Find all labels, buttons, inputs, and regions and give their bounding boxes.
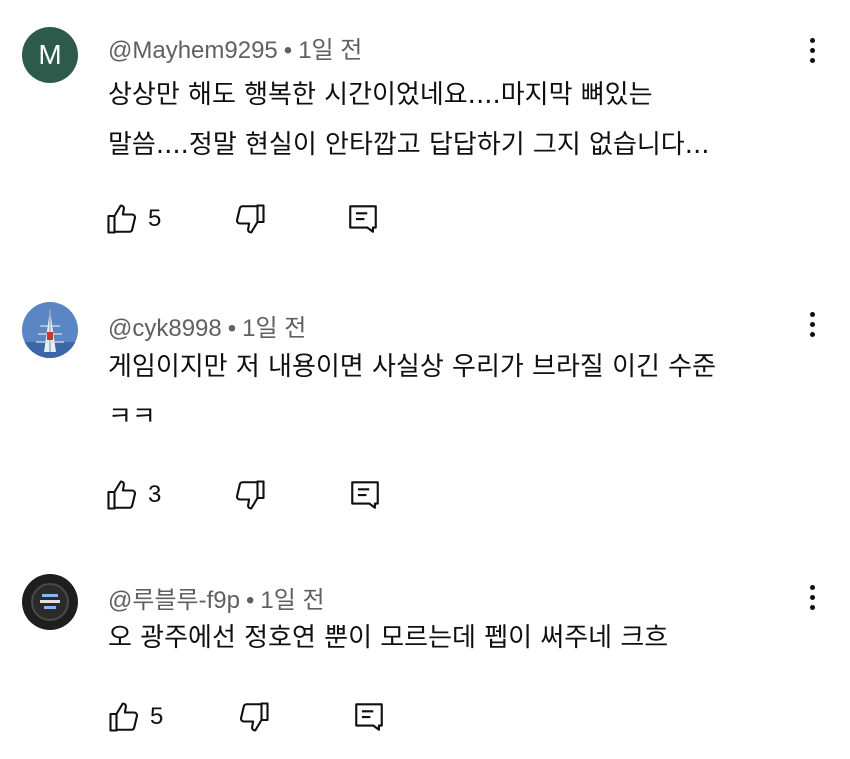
more-vertical-icon-dot [809, 604, 815, 610]
thumb-up-icon [109, 702, 139, 732]
dislike-button[interactable] [236, 697, 272, 737]
more-vertical-icon-dot [809, 331, 815, 337]
separator-dot: • [227, 315, 237, 342]
comment-line: 상상만 해도 행복한 시간이었네요....마지막 뼈있는 [108, 80, 653, 110]
like-button[interactable]: 5 [106, 697, 163, 737]
like-count: 5 [150, 703, 164, 730]
dislike-button[interactable] [232, 199, 268, 239]
comment-text: 게임이지만 저 내용이면 사실상 우리가 브라질 이긴 수준 ㅋㅋ [108, 342, 808, 442]
like-count: 5 [148, 205, 162, 232]
reply-button[interactable] [352, 697, 386, 737]
comment-meta: @루블루-f9p • 1일 전 [108, 580, 325, 615]
more-vertical-icon-dot [809, 47, 815, 53]
reply-comment-icon [355, 703, 383, 731]
separator-dot: • [245, 587, 255, 614]
reply-button[interactable] [348, 475, 382, 515]
reply-comment-icon [349, 205, 377, 233]
more-vertical-icon [809, 311, 815, 317]
like-count: 3 [148, 481, 162, 508]
avatar[interactable] [22, 302, 78, 358]
thumb-down-icon [239, 702, 269, 732]
comment-actions: 3 [104, 475, 404, 515]
comment-actions: 5 [104, 697, 404, 737]
comment-text: 오 광주에선 정호연 뿐이 모르는데 펩이 써주네 크흐 [108, 613, 808, 663]
avatar[interactable]: M [22, 27, 78, 83]
comment-1: M @Mayhem9295 • 1일 전 상상만 해도 행복한 시간이었네요....… [0, 0, 850, 270]
reply-comment-icon [351, 481, 379, 509]
author-name[interactable]: @Mayhem9295 [108, 37, 278, 64]
comment-text: 상상만 해도 행복한 시간이었네요....마지막 뼈있는 말씀....정말 현실… [108, 70, 808, 170]
reply-button[interactable] [346, 199, 380, 239]
more-vertical-icon [809, 584, 815, 590]
more-vertical-icon [809, 37, 815, 43]
thumb-up-icon [107, 480, 137, 510]
like-button[interactable]: 3 [104, 475, 161, 515]
comment-3: @루블루-f9p • 1일 전 오 광주에선 정호연 뿐이 모르는데 펩이 써주네 … [0, 555, 850, 759]
thumb-down-icon [235, 480, 265, 510]
more-vertical-icon-dot [809, 57, 815, 63]
like-button[interactable]: 5 [104, 199, 161, 239]
comment-line: 오 광주에선 정호연 뿐이 모르는데 펩이 써주네 크흐 [108, 623, 669, 653]
thumb-up-icon [107, 204, 137, 234]
comment-line: 말씀....정말 현실이 안타깝고 답답하기 그지 없습니다... [108, 130, 710, 160]
more-options-button[interactable] [798, 30, 826, 70]
more-options-button[interactable] [798, 304, 826, 344]
thumb-down-icon [235, 204, 265, 234]
comment-line: ㅋㅋ [108, 402, 156, 432]
more-options-button[interactable] [798, 577, 826, 617]
separator-dot: • [283, 37, 293, 64]
avatar-image [22, 574, 78, 630]
avatar-image [22, 302, 78, 358]
timestamp[interactable]: 1일 전 [242, 315, 306, 342]
more-vertical-icon-dot [809, 594, 815, 600]
comment-line: 게임이지만 저 내용이면 사실상 우리가 브라질 이긴 수준 [108, 352, 717, 382]
avatar[interactable] [22, 574, 78, 630]
author-name[interactable]: @cyk8998 [108, 315, 222, 342]
comment-meta: @Mayhem9295 • 1일 전 [108, 30, 362, 65]
timestamp[interactable]: 1일 전 [298, 37, 362, 64]
more-vertical-icon-dot [809, 321, 815, 327]
comment-meta: @cyk8998 • 1일 전 [108, 308, 306, 343]
comment-actions: 5 [104, 199, 404, 239]
dislike-button[interactable] [232, 475, 268, 515]
timestamp[interactable]: 1일 전 [260, 587, 324, 614]
comment-2: @cyk8998 • 1일 전 게임이지만 저 내용이면 사실상 우리가 브라질 이… [0, 280, 850, 540]
author-name[interactable]: @루블루-f9p [108, 587, 240, 614]
